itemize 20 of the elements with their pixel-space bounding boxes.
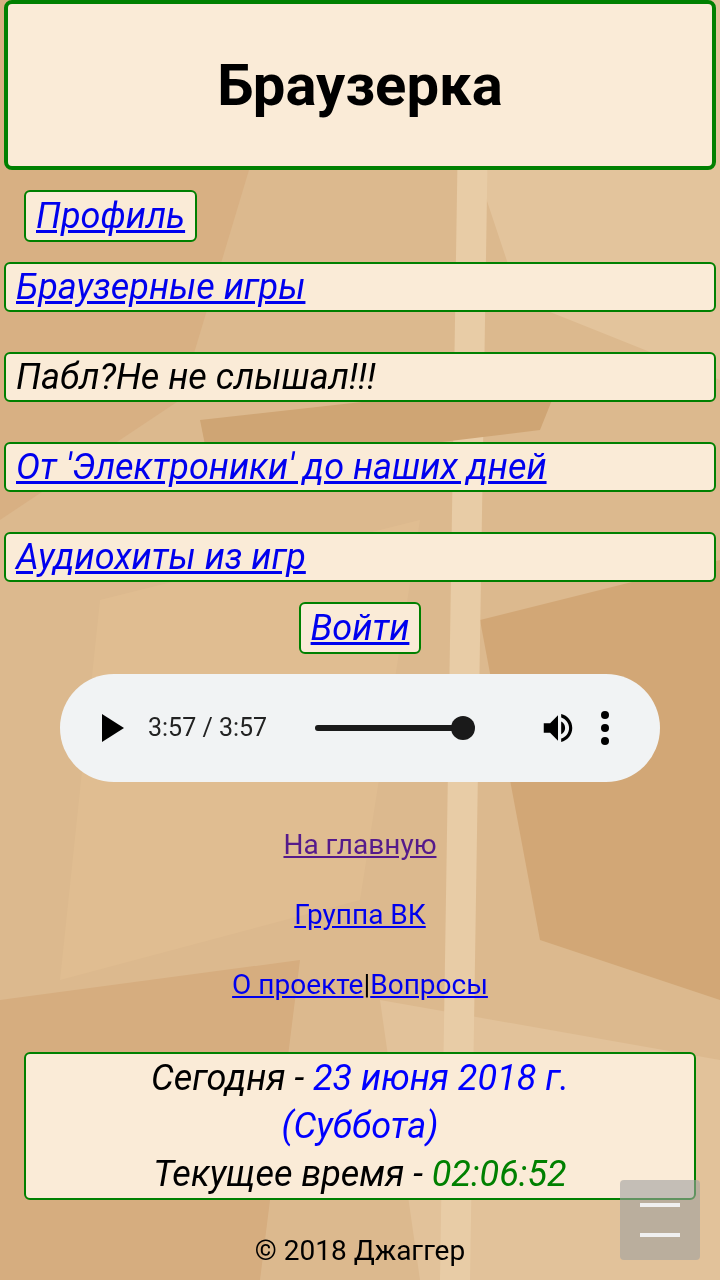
footer-link[interactable]: Вопросы xyxy=(370,964,488,1006)
menu-link[interactable]: От 'Электроники' до наших дней xyxy=(4,442,716,492)
login-link[interactable]: Войти xyxy=(298,602,422,654)
site-title: Браузерка xyxy=(217,49,503,121)
menu-text: Пабл?Не не слышал!!! xyxy=(4,352,716,402)
footer-link[interactable]: Группа ВК xyxy=(294,894,426,936)
separator: | xyxy=(363,967,371,1003)
menu-link[interactable]: Аудиохиты из игр xyxy=(4,532,716,582)
copyright: © 2018 Джаггер xyxy=(253,1233,467,1269)
playback-time: 3:57 / 3:57 xyxy=(148,712,268,745)
time-text: Текущее время - 02:06:52 xyxy=(153,1152,567,1197)
footer-link[interactable]: О проекте xyxy=(232,964,364,1006)
date-text: Сегодня - 23 июня 2018 г. (Суббота) xyxy=(150,1056,570,1149)
profile-link[interactable]: Профиль xyxy=(24,190,198,242)
scroll-top-button[interactable] xyxy=(620,1180,700,1260)
more-icon[interactable] xyxy=(601,711,610,745)
scroll-top-icon xyxy=(640,1203,680,1237)
menu-link[interactable]: Браузерные игры xyxy=(4,262,716,312)
footer-link[interactable]: На главную xyxy=(283,824,437,866)
play-icon[interactable] xyxy=(100,714,124,742)
